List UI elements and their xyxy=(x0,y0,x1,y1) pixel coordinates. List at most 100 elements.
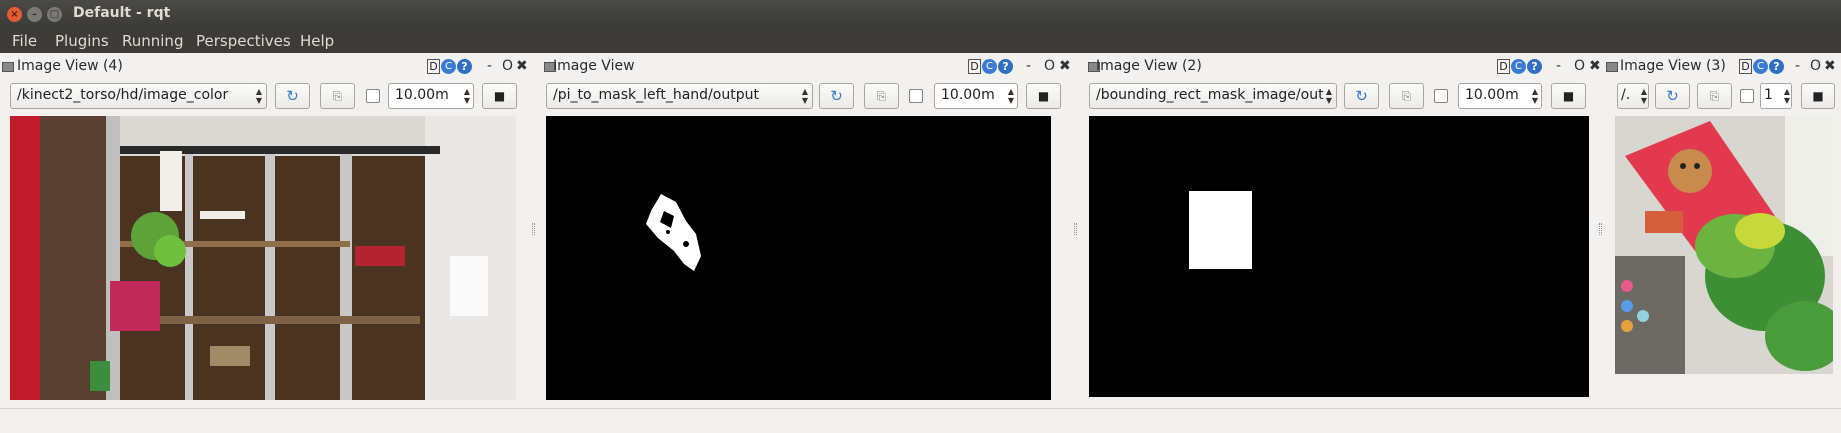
dock-help-icon[interactable]: ? xyxy=(1527,59,1542,74)
timeout-spinbox[interactable]: 10.00m ▲ ▼ xyxy=(934,83,1018,109)
dock-minimize-button[interactable]: - xyxy=(1026,58,1031,74)
dock-float-button[interactable]: O xyxy=(1810,58,1821,74)
splitter-handle[interactable] xyxy=(1599,223,1602,235)
dock-title: Image View (3) xyxy=(1620,58,1726,74)
dock-d-button[interactable]: D xyxy=(968,59,981,74)
topic-select[interactable]: /pi_to_mask_left_hand/output ▲ ▼ xyxy=(546,83,813,109)
timeout-value: 10.00m xyxy=(395,87,449,103)
dock-close-icon[interactable]: ✖ xyxy=(1589,58,1601,74)
dock-d-button[interactable]: D xyxy=(1497,59,1510,74)
refresh-topics-button[interactable]: ↻ xyxy=(819,83,854,109)
dock-d-button[interactable]: D xyxy=(427,59,440,74)
image-view-panel-3: Image View (3) D C ? - O ✖ /. ▲ ▼ ↻ ⎘ 1 ▲… xyxy=(1605,53,1841,408)
topic-select-value: /. xyxy=(1621,87,1631,103)
timeout-spinbox[interactable]: 1 ▲ ▼ xyxy=(1760,83,1792,109)
image-display xyxy=(10,116,516,400)
save-image-button[interactable]: ■ xyxy=(1026,83,1061,109)
timeout-value: 10.00m xyxy=(1465,87,1519,103)
mask-image xyxy=(546,116,1051,400)
snapshot-icon: ⎘ xyxy=(876,89,887,103)
dock-titlebar: Image View D C ? - O ✖ xyxy=(543,56,1085,76)
topic-select-value: /bounding_rect_mask_image/out xyxy=(1096,87,1324,103)
timeout-spinbox[interactable]: 10.00m ▲ ▼ xyxy=(1458,83,1542,109)
dock-titlebar: Image View (3) D C ? - O ✖ xyxy=(1605,56,1841,76)
dock-close-icon[interactable]: ✖ xyxy=(1824,58,1836,74)
dock-reload-icon[interactable]: C xyxy=(441,59,456,74)
dock-titlebar: Image View (4) D C ? - O ✖ xyxy=(0,56,535,76)
dock-title: Image View (4) xyxy=(17,58,123,74)
snapshot-icon: ⎘ xyxy=(332,89,343,103)
save-image-button[interactable]: ■ xyxy=(1801,83,1835,109)
snapshot-button[interactable]: ⎘ xyxy=(1389,83,1424,109)
snapshot-icon: ⎘ xyxy=(1709,89,1720,103)
dock-float-icon[interactable] xyxy=(2,62,14,72)
image-display xyxy=(1089,116,1589,397)
save-image-button[interactable]: ■ xyxy=(1551,83,1586,109)
dock-close-icon[interactable]: ✖ xyxy=(1059,58,1071,74)
image-view-panel-4: Image View (4) D C ? - O ✖ /kinect2_tors… xyxy=(0,53,535,408)
dock-help-icon[interactable]: ? xyxy=(998,59,1013,74)
splitter-handle[interactable] xyxy=(532,223,535,235)
refresh-icon: ↻ xyxy=(1355,87,1368,105)
window-maximize-button[interactable]: □ xyxy=(47,7,62,22)
snapshot-icon: ⎘ xyxy=(1401,89,1412,103)
dock-float-button[interactable]: O xyxy=(1574,58,1585,74)
dock-close-icon[interactable]: ✖ xyxy=(516,58,528,74)
dock-help-icon[interactable]: ? xyxy=(1769,59,1784,74)
snapshot-button[interactable]: ⎘ xyxy=(320,83,355,109)
monitor-icon: ■ xyxy=(1562,89,1575,103)
splitter-handle[interactable] xyxy=(1074,223,1077,235)
dock-float-button[interactable]: O xyxy=(1044,58,1055,74)
chevron-updown-icon: ▲ ▼ xyxy=(1325,87,1332,105)
refresh-icon: ↻ xyxy=(286,87,299,105)
image-display xyxy=(1615,116,1833,374)
dock-d-button[interactable]: D xyxy=(1739,59,1752,74)
monitor-icon: ■ xyxy=(1037,89,1050,103)
image-display xyxy=(546,116,1051,400)
spin-arrows-icon: ▲ ▼ xyxy=(463,87,470,105)
dock-reload-icon[interactable]: C xyxy=(1753,59,1768,74)
dock-float-icon[interactable] xyxy=(1606,62,1618,72)
save-image-button[interactable]: ■ xyxy=(482,83,517,109)
chevron-updown-icon: ▲ ▼ xyxy=(255,87,262,105)
camera-image xyxy=(10,116,516,400)
timeout-spinbox[interactable]: 10.00m ▲ ▼ xyxy=(388,83,474,109)
snapshot-button[interactable]: ⎘ xyxy=(1697,83,1732,109)
window-close-button[interactable]: × xyxy=(7,7,22,22)
menu-plugins[interactable]: Plugins xyxy=(55,32,109,50)
smooth-scaling-checkbox[interactable] xyxy=(1434,89,1448,103)
menu-help[interactable]: Help xyxy=(300,32,334,50)
toy-image xyxy=(1615,116,1833,374)
window-titlebar: × – □ Default - rqt xyxy=(0,0,1841,28)
dock-float-button[interactable]: O xyxy=(502,58,513,74)
timeout-value: 1 xyxy=(1764,87,1773,103)
snapshot-button[interactable]: ⎘ xyxy=(864,83,899,109)
window-minimize-button[interactable]: – xyxy=(27,7,42,22)
menu-running[interactable]: Running xyxy=(122,32,183,50)
dock-help-icon[interactable]: ? xyxy=(457,59,472,74)
dock-minimize-button[interactable]: - xyxy=(1795,58,1800,74)
dock-minimize-button[interactable]: - xyxy=(487,58,492,74)
refresh-icon: ↻ xyxy=(1666,87,1679,105)
refresh-topics-button[interactable]: ↻ xyxy=(1344,83,1379,109)
chevron-updown-icon: ▲ ▼ xyxy=(1640,87,1647,105)
dock-titlebar: Image View (2) D C ? - O ✖ xyxy=(1087,56,1607,76)
timeout-value: 10.00m xyxy=(941,87,995,103)
menu-file[interactable]: File xyxy=(12,32,37,50)
dock-reload-icon[interactable]: C xyxy=(1511,59,1526,74)
monitor-icon: ■ xyxy=(1812,89,1824,103)
dock-minimize-button[interactable]: - xyxy=(1556,58,1561,74)
menu-perspectives[interactable]: Perspectives xyxy=(196,32,291,50)
refresh-topics-button[interactable]: ↻ xyxy=(275,83,310,109)
smooth-scaling-checkbox[interactable] xyxy=(909,89,923,103)
topic-select[interactable]: /. ▲ ▼ xyxy=(1617,83,1649,109)
smooth-scaling-checkbox[interactable] xyxy=(366,89,380,103)
image-view-panel: Image View D C ? - O ✖ /pi_to_mask_left_… xyxy=(543,53,1085,408)
menubar: File Plugins Running Perspectives Help xyxy=(0,28,1841,53)
dock-reload-icon[interactable]: C xyxy=(982,59,997,74)
image-view-panel-2: Image View (2) D C ? - O ✖ /bounding_rec… xyxy=(1087,53,1607,408)
topic-select[interactable]: /kinect2_torso/hd/image_color ▲ ▼ xyxy=(10,83,267,109)
topic-select[interactable]: /bounding_rect_mask_image/out ▲ ▼ xyxy=(1089,83,1337,109)
refresh-topics-button[interactable]: ↻ xyxy=(1655,83,1690,109)
smooth-scaling-checkbox[interactable] xyxy=(1740,89,1754,103)
